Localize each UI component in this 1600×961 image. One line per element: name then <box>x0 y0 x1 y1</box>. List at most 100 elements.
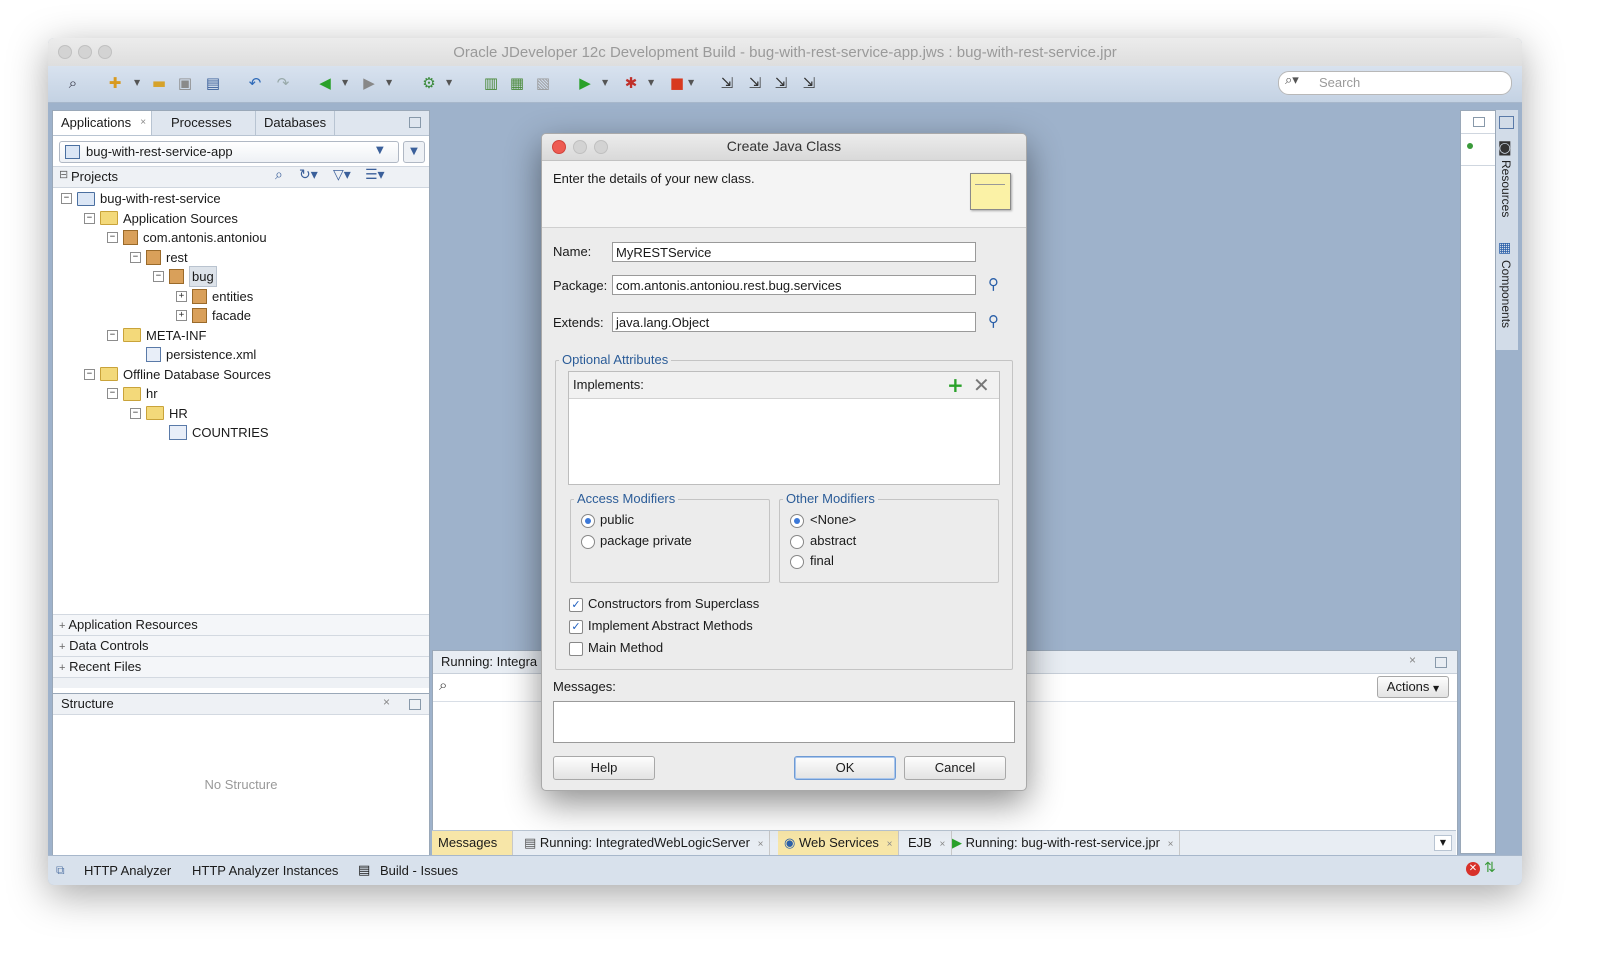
name-field[interactable]: MyRESTService <box>612 242 976 262</box>
expand-icon[interactable]: + <box>176 290 187 302</box>
minimize-icon[interactable] <box>1435 657 1447 668</box>
search-field[interactable]: ⌕▾ Search <box>1278 71 1512 95</box>
collapse-icon[interactable]: − <box>107 329 118 341</box>
abstract-radio[interactable] <box>790 535 804 549</box>
final-radio[interactable] <box>790 555 804 569</box>
tree-item[interactable]: + entities <box>176 287 253 306</box>
close-icon[interactable]: × <box>383 695 390 709</box>
application-selector[interactable]: bug-with-rest-service-app ▼ <box>59 141 399 163</box>
chevron-down-icon[interactable]: ▼ <box>386 78 392 87</box>
refresh-icon[interactable]: ↻▾ <box>299 167 318 183</box>
minimize-icon[interactable] <box>1473 117 1485 127</box>
collapse-icon[interactable]: − <box>107 388 118 399</box>
tree-item[interactable]: − hr <box>107 384 158 403</box>
tree-item[interactable]: − Application Sources <box>84 209 238 228</box>
package-field[interactable]: com.antonis.antoniou.rest.bug.services <box>612 275 976 295</box>
build-issues-tab[interactable]: Build - Issues <box>380 863 458 878</box>
binoculars-icon[interactable]: ⌕ <box>62 72 84 94</box>
abstract-methods-checkbox[interactable]: ✓ <box>569 620 583 634</box>
tree-item[interactable]: + facade <box>176 306 251 325</box>
minimize-icon[interactable] <box>409 699 421 710</box>
debug-icon[interactable]: ✱ <box>620 72 642 94</box>
collapse-icon[interactable]: ⊟ <box>59 168 68 181</box>
components-icon[interactable]: ▦ <box>1498 240 1511 256</box>
forward-icon[interactable]: ▶ <box>358 72 380 94</box>
open-folder-icon[interactable]: ▬ <box>148 72 170 94</box>
chevron-down-icon[interactable]: ▼ <box>648 78 654 87</box>
browse-package-icon[interactable]: ⚲ <box>988 275 999 293</box>
tabs-overflow-icon[interactable]: ▼ <box>1434 835 1452 851</box>
close-icon[interactable]: × <box>887 839 893 850</box>
close-icon[interactable]: × <box>758 839 764 850</box>
restore-icon[interactable] <box>1499 116 1514 129</box>
chevron-down-icon[interactable]: ▼ <box>342 78 348 87</box>
step-icon[interactable]: ⇲ <box>716 72 738 94</box>
error-icon[interactable]: ✕ <box>1466 862 1480 876</box>
clean-icon[interactable]: ▧ <box>532 72 554 94</box>
deploy-icon[interactable]: ⚙ <box>418 72 440 94</box>
public-radio[interactable] <box>581 514 595 528</box>
close-icon[interactable]: × <box>939 839 945 850</box>
close-icon[interactable]: × <box>1168 839 1174 850</box>
implements-list[interactable]: Implements: + ✕ <box>568 371 1000 485</box>
collapse-icon[interactable]: − <box>130 251 141 263</box>
collapse-icon[interactable]: − <box>84 212 95 224</box>
filter-icon[interactable]: ▽▾ <box>333 167 351 183</box>
collapse-icon[interactable]: − <box>130 407 141 419</box>
new-file-icon[interactable]: ✚ <box>104 72 126 94</box>
tree-item[interactable]: − bug <box>153 266 217 287</box>
run-icon[interactable]: ▶ <box>574 72 596 94</box>
tree-item[interactable]: persistence.xml <box>130 345 256 364</box>
help-button[interactable]: Help <box>553 756 655 780</box>
tab-ejb[interactable]: EJB × <box>902 831 953 855</box>
cancel-button[interactable]: Cancel <box>904 756 1006 780</box>
step-out-icon[interactable]: ⇲ <box>798 72 820 94</box>
save-icon[interactable]: ▣ <box>174 72 196 94</box>
main-method-checkbox[interactable] <box>569 642 583 656</box>
browse-extends-icon[interactable]: ⚲ <box>988 312 999 330</box>
step-into-icon[interactable]: ⇲ <box>770 72 792 94</box>
collapse-icon[interactable]: − <box>61 193 72 204</box>
tab-applications[interactable]: Applications × <box>53 111 153 135</box>
tab-databases[interactable]: Databases <box>255 111 336 135</box>
tab-messages[interactable]: Messages <box>432 831 513 855</box>
tab-processes[interactable]: Processes <box>163 111 240 135</box>
application-menu-button[interactable]: ▼ <box>403 141 425 163</box>
search-icon[interactable]: ⌕ <box>275 167 283 183</box>
tree-item[interactable]: − com.antonis.antoniou <box>107 228 267 247</box>
ok-button[interactable]: OK <box>794 756 896 780</box>
close-icon[interactable]: × <box>140 111 146 135</box>
tree-item[interactable]: − Offline Database Sources <box>84 365 271 384</box>
components-tab[interactable]: Components <box>1499 260 1513 328</box>
chevron-down-icon[interactable]: ▼ <box>688 78 694 87</box>
chevron-down-icon[interactable]: ▼ <box>134 78 140 87</box>
accordion-recent-files[interactable]: + Recent Files <box>53 656 429 677</box>
search-icon[interactable]: ⌕ <box>439 676 447 694</box>
none-radio[interactable] <box>790 514 804 528</box>
actions-button[interactable]: Actions ▼ <box>1377 676 1449 698</box>
add-icon[interactable]: + <box>947 373 964 397</box>
back-icon[interactable]: ◀ <box>314 72 336 94</box>
expand-icon[interactable]: + <box>176 310 187 321</box>
chevron-down-icon[interactable]: ▼ <box>602 78 608 87</box>
tab-running-server[interactable]: ▤ Running: IntegratedWebLogicServer × <box>518 831 771 855</box>
minimize-icon[interactable] <box>409 117 421 128</box>
remove-icon[interactable]: ✕ <box>973 373 990 397</box>
tree-item[interactable]: − META-INF <box>107 326 206 345</box>
splitter[interactable] <box>53 677 429 688</box>
http-analyzer-instances-tab[interactable]: HTTP Analyzer Instances <box>192 863 338 878</box>
collapse-icon[interactable]: − <box>107 232 118 243</box>
undo-icon[interactable]: ↶ <box>244 72 266 94</box>
tree-item[interactable]: COUNTRIES <box>153 423 269 442</box>
accordion-application-resources[interactable]: + Application Resources <box>53 614 429 635</box>
constructors-checkbox[interactable]: ✓ <box>569 598 583 612</box>
tab-running-project[interactable]: ▶ Running: bug-with-rest-service.jpr × <box>946 831 1181 855</box>
resources-tab[interactable]: Resources <box>1499 160 1513 217</box>
tree-item[interactable]: − rest <box>130 248 188 267</box>
accordion-data-controls[interactable]: + Data Controls <box>53 635 429 656</box>
make-icon[interactable]: ▥ <box>480 72 502 94</box>
terminate-icon[interactable]: ■ <box>666 72 688 94</box>
package-private-radio[interactable] <box>581 535 595 549</box>
tree-item[interactable]: − HR <box>130 404 188 423</box>
dock-icon[interactable]: ⧉ <box>56 863 65 878</box>
